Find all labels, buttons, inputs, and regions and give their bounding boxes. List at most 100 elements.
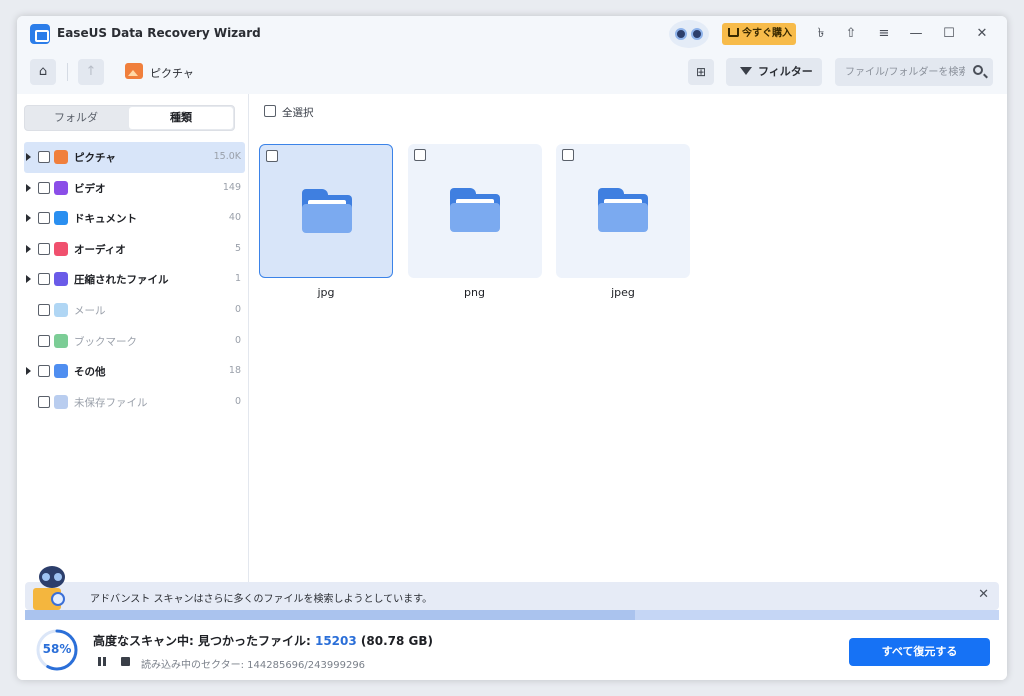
home-icon: ⌂: [38, 64, 48, 79]
category-label: 圧縮されたファイル: [74, 274, 169, 287]
up-button[interactable]: ↑: [78, 59, 104, 85]
file-size: (80.78 GB): [356, 634, 433, 648]
sidebar-item[interactable]: オーディオ 5: [24, 234, 245, 265]
archive-icon: [54, 272, 68, 287]
sidebar-item[interactable]: ピクチャ 15.0K: [24, 142, 245, 173]
folder-checkbox[interactable]: [413, 149, 426, 161]
folder-checkbox[interactable]: [562, 149, 574, 161]
category-count: 18: [228, 365, 241, 377]
category-checkbox[interactable]: [38, 303, 50, 316]
select-all-checkbox[interactable]: [264, 105, 276, 117]
scan-notice: アドバンスト スキャンはさらに多くのファイルを検索しようとしています。 ✕: [25, 582, 999, 610]
category-label: ピクチャ: [74, 152, 116, 164]
search-box[interactable]: [835, 58, 993, 86]
picture-icon: [54, 150, 68, 164]
folder-label: jpeg: [611, 286, 635, 299]
folder-icon: [598, 188, 648, 232]
status-bar: 58% 高度なスキャン中: 見つかったファイル: 15203 (80.78 GB…: [17, 620, 1007, 680]
breadcrumb: ピクチャ: [150, 67, 194, 80]
grid-view-button[interactable]: ⊞: [688, 59, 714, 85]
upgrade-icon[interactable]: ⇧: [842, 25, 860, 43]
file-grid: 全選択 jpg png jpeg: [250, 94, 1007, 582]
tab-type[interactable]: 種類: [129, 107, 233, 129]
folder-tile[interactable]: [259, 144, 393, 278]
close-icon[interactable]: ✕: [973, 25, 991, 43]
search-icon[interactable]: [973, 65, 983, 75]
title-bar: EaseUS Data Recovery Wizard 今すぐ購入 ৳ ⇧ ≡ …: [17, 16, 1007, 52]
category-checkbox[interactable]: [38, 334, 50, 347]
audio-icon: [54, 241, 68, 256]
expand-caret-icon[interactable]: [26, 214, 31, 223]
notice-text: アドバンスト スキャンはさらに多くのファイルを検索しようとしています。: [90, 594, 433, 605]
category-checkbox[interactable]: [38, 273, 50, 286]
category-label: ビデオ: [74, 182, 106, 195]
folder-tile[interactable]: [407, 144, 542, 278]
filter-button[interactable]: フィルター: [726, 58, 822, 86]
sidebar-item[interactable]: 未保存ファイル 0: [24, 387, 245, 418]
category-checkbox[interactable]: [38, 365, 50, 378]
sector-progress: 読み込み中のセクター: 144285696/243999296: [141, 660, 366, 671]
minimize-icon[interactable]: —: [907, 25, 925, 43]
category-tree: ピクチャ 15.0K ビデオ 149 ドキュメント 40 オーディオ 5 圧縮されたファイル 1 メ…: [24, 142, 245, 417]
menu-icon[interactable]: ≡: [875, 25, 893, 43]
recover-all-button[interactable]: すべて復元する: [849, 638, 990, 666]
maximize-icon[interactable]: ☐: [940, 25, 958, 43]
toolbar-divider: [67, 63, 68, 81]
category-checkbox[interactable]: [38, 181, 50, 194]
category-label: ドキュメント: [74, 213, 137, 226]
sidebar-item[interactable]: 圧縮されたファイル 1: [24, 264, 245, 295]
category-label: その他: [74, 366, 106, 379]
scan-status: 高度なスキャン中: 見つかったファイル: 15203 (80.78 GB): [93, 632, 433, 649]
bookmark-icon: [54, 333, 68, 348]
category-checkbox[interactable]: [38, 395, 50, 408]
folder-label: jpg: [317, 286, 335, 299]
scan-progress-ring: 58%: [35, 628, 79, 672]
category-checkbox[interactable]: [38, 151, 50, 163]
home-button[interactable]: ⌂: [30, 59, 56, 85]
mail-icon: [54, 302, 68, 317]
folder-checkbox[interactable]: [266, 150, 278, 162]
view-toggle: フォルダ 種類: [24, 105, 235, 131]
cart-icon: [728, 28, 739, 37]
app-title: EaseUS Data Recovery Wizard: [57, 26, 261, 40]
expand-caret-icon[interactable]: [26, 153, 31, 161]
buy-now-button[interactable]: 今すぐ購入: [722, 23, 796, 45]
sidebar-item[interactable]: ドキュメント 40: [24, 203, 245, 234]
category-label: ブックマーク: [74, 335, 137, 348]
expand-caret-icon[interactable]: [26, 367, 31, 376]
category-label: オーディオ: [74, 243, 126, 256]
arrow-up-icon: ↑: [85, 64, 97, 79]
mascot-icon[interactable]: [669, 20, 709, 48]
sidebar-item[interactable]: ビデオ 149: [24, 173, 245, 204]
folder-tile[interactable]: [556, 144, 690, 278]
pause-button[interactable]: [97, 656, 107, 668]
category-count: 0: [234, 395, 241, 407]
category-checkbox[interactable]: [38, 242, 50, 255]
scan-label: 高度なスキャン中: 見つかったファイル:: [93, 634, 315, 648]
category-count: 15.0K: [213, 151, 241, 162]
folder-icon: [302, 189, 352, 233]
scan-path-strip: [25, 610, 999, 620]
category-count: 5: [234, 242, 241, 254]
category-label: メール: [74, 304, 106, 317]
notice-close-icon[interactable]: ✕: [978, 588, 989, 602]
expand-caret-icon[interactable]: [26, 244, 31, 253]
sidebar-item[interactable]: メール 0: [24, 295, 245, 326]
buy-now-label: 今すぐ購入: [742, 28, 792, 39]
expand-caret-icon[interactable]: [26, 275, 31, 284]
tab-folder[interactable]: フォルダ: [26, 107, 126, 129]
search-input[interactable]: [845, 64, 965, 80]
folder-label: png: [464, 286, 485, 299]
category-checkbox[interactable]: [38, 212, 50, 225]
category-count: 149: [222, 181, 241, 193]
category-count: 0: [234, 303, 241, 315]
video-icon: [54, 180, 68, 195]
sidebar-item[interactable]: ブックマーク 0: [24, 326, 245, 357]
progress-label: 58%: [42, 642, 72, 656]
picture-icon: [125, 63, 143, 79]
sidebar-item[interactable]: その他 18: [24, 356, 245, 387]
stop-button[interactable]: [121, 657, 130, 666]
activation-key-icon[interactable]: ৳: [812, 25, 830, 43]
folder-icon: [449, 188, 500, 232]
expand-caret-icon[interactable]: [26, 183, 31, 192]
